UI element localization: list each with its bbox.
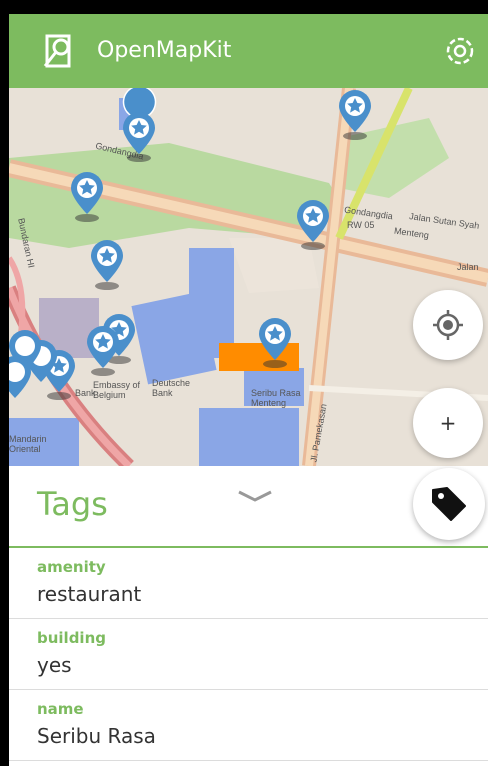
locate-button[interactable] (413, 290, 483, 360)
star-marker-icon[interactable] (89, 238, 125, 290)
chevron-down-icon[interactable] (235, 488, 275, 506)
star-marker-icon[interactable] (69, 170, 105, 222)
star-marker-icon[interactable] (257, 316, 293, 368)
star-marker-icon[interactable] (121, 110, 157, 162)
tag-row[interactable]: amenity restaurant (9, 548, 488, 619)
tag-button[interactable] (413, 468, 485, 540)
map-label-embassy: Embassy of Belgium (93, 380, 141, 400)
map-label-mandarin: Mandarin Oriental (9, 434, 47, 454)
openmapkit-logo-icon (43, 34, 71, 68)
tag-row[interactable]: building yes (9, 619, 488, 690)
tags-title: Tags (37, 485, 108, 523)
star-marker-icon[interactable] (337, 88, 373, 140)
tag-list: amenity restaurant building yes name Ser… (9, 548, 488, 761)
tag-key: name (37, 700, 84, 718)
tag-row[interactable]: name Seribu Rasa (9, 690, 488, 761)
map-label-jalan: Jalan (457, 262, 479, 272)
app-screen: OpenMapKit Gondangdia Gondangdia Jalan S… (9, 14, 488, 766)
map-view[interactable]: Gondangdia Gondangdia Jalan Sutan Syah R… (9, 88, 488, 466)
map-label-seribu-rasa: Seribu Rasa Menteng (251, 388, 301, 408)
map-label-bank: Bank (75, 388, 96, 398)
app-bar: OpenMapKit (9, 14, 488, 88)
gear-icon[interactable] (441, 32, 479, 70)
tag-key: amenity (37, 558, 106, 576)
tag-value: restaurant (37, 582, 142, 606)
app-title: OpenMapKit (97, 38, 232, 63)
tag-key: building (37, 629, 106, 647)
zoom-in-button[interactable]: + (413, 388, 483, 458)
map-label-deutsche: Deutsche Bank (152, 378, 191, 398)
map-label-rw05: RW 05 (347, 220, 375, 230)
zoom-in-label: + (439, 411, 457, 435)
star-marker-icon[interactable] (9, 354, 33, 406)
star-marker-icon[interactable] (85, 324, 121, 376)
crosshair-icon (433, 310, 463, 340)
tag-value: Seribu Rasa (37, 724, 156, 748)
tag-icon (432, 487, 466, 521)
star-marker-icon[interactable] (295, 198, 331, 250)
tag-value: yes (37, 653, 72, 677)
